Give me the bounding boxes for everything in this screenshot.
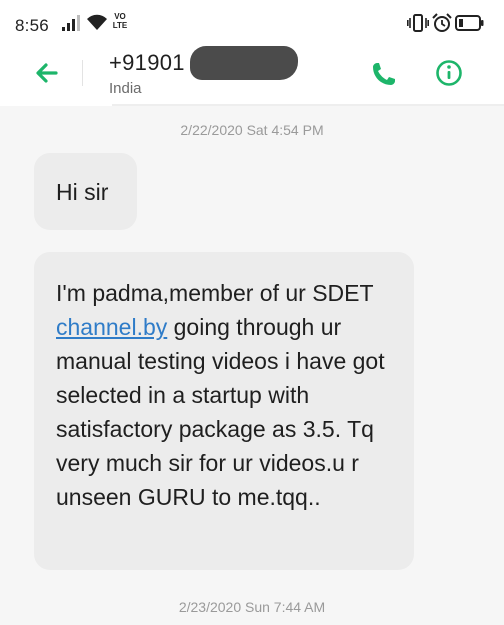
back-arrow-icon	[36, 63, 58, 83]
conversation-header: +91901 India	[0, 46, 504, 106]
message-bubble[interactable]: Hi sir	[34, 153, 137, 230]
volte-icon: VO LTE	[111, 12, 129, 30]
back-button[interactable]	[30, 58, 68, 88]
message-text-end: going through ur manual testing videos i…	[56, 314, 385, 510]
volte-label-top: VO	[114, 12, 126, 21]
status-time: 8:56	[15, 16, 49, 35]
contact-number: +91901	[109, 50, 185, 75]
call-button[interactable]	[366, 58, 402, 90]
message-list[interactable]: 2/22/2020 Sat 4:54 PM Hi sir I'm padma,m…	[0, 106, 504, 625]
info-icon	[436, 60, 462, 86]
message-text: Hi sir	[56, 179, 109, 205]
status-bar: 8:56 VO LTE	[0, 0, 504, 46]
info-button[interactable]	[432, 56, 466, 90]
redaction-mark	[190, 46, 298, 80]
message-timestamp: 2/22/2020 Sat 4:54 PM	[180, 122, 324, 138]
wifi-icon	[87, 14, 107, 30]
message-text-start: I'm padma,member of ur SDET	[56, 280, 374, 306]
signal-icon	[62, 15, 80, 31]
battery-icon	[455, 15, 484, 31]
message-link[interactable]: channel.by	[56, 314, 167, 340]
alarm-icon	[432, 13, 452, 32]
contact-country: India	[109, 80, 142, 97]
phone-icon	[373, 63, 395, 85]
volte-label-bottom: LTE	[112, 21, 128, 30]
header-divider	[82, 60, 83, 86]
message-text: I'm padma,member of ur SDET channel.by g…	[56, 280, 385, 510]
message-timestamp: 2/23/2020 Sun 7:44 AM	[178, 599, 326, 615]
message-bubble[interactable]: I'm padma,member of ur SDET channel.by g…	[34, 252, 414, 570]
vibrate-icon	[407, 14, 429, 32]
messaging-screen: 8:56 VO LTE +91901 India 2/22/2020 Sat 4…	[0, 0, 504, 625]
